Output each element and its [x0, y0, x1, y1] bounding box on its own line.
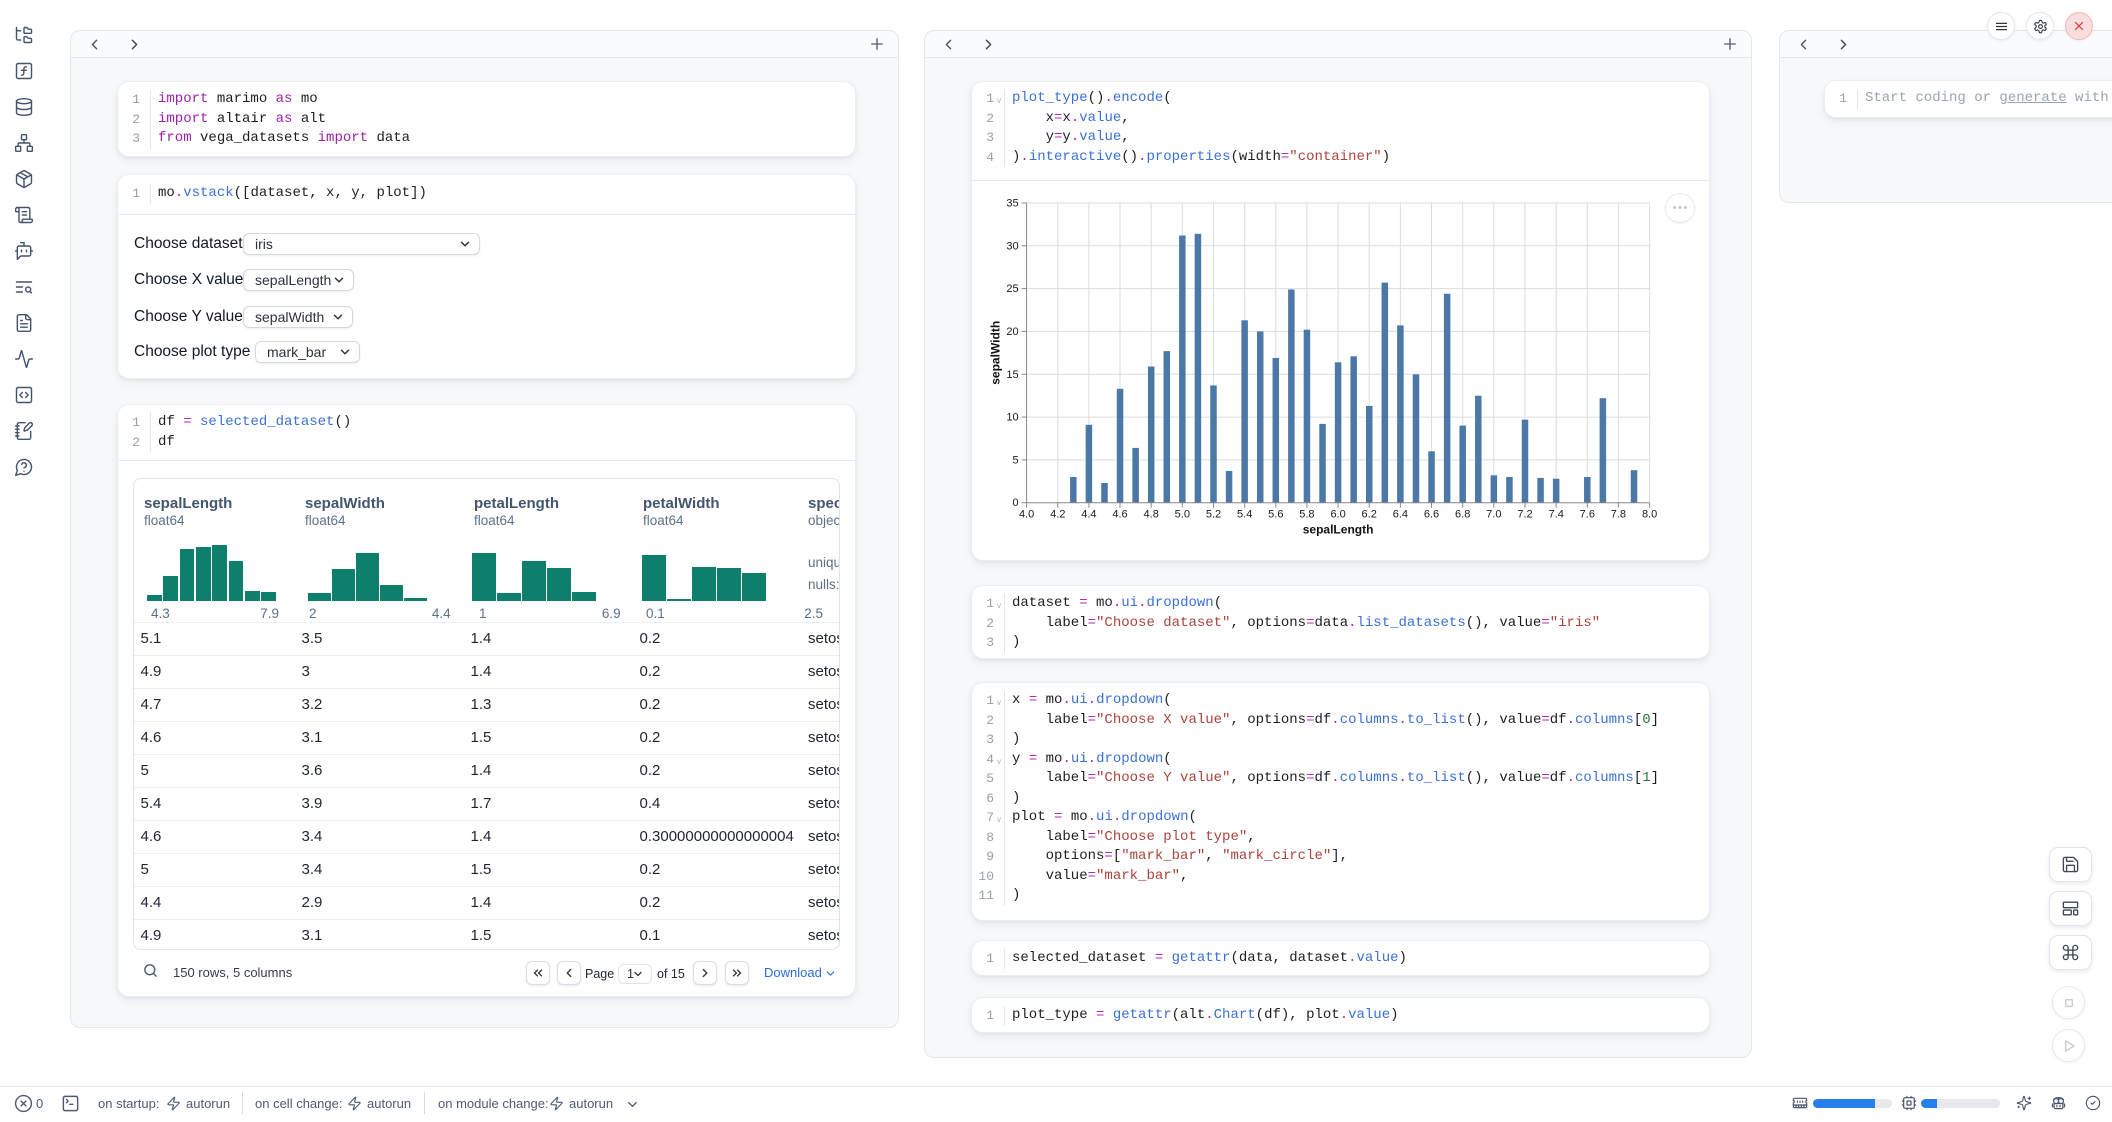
svg-text:7.0: 7.0	[1486, 509, 1501, 521]
svg-text:8.0: 8.0	[1642, 509, 1657, 521]
svg-text:20: 20	[1006, 326, 1018, 338]
svg-text:6.6: 6.6	[1424, 509, 1439, 521]
svg-text:6.0: 6.0	[1330, 509, 1345, 521]
svg-text:6.4: 6.4	[1393, 509, 1408, 521]
svg-text:6.2: 6.2	[1362, 509, 1377, 521]
svg-text:4.2: 4.2	[1050, 509, 1065, 521]
svg-text:35: 35	[1006, 198, 1018, 210]
svg-text:4.6: 4.6	[1112, 509, 1127, 521]
svg-text:5.4: 5.4	[1237, 509, 1252, 521]
svg-text:7.6: 7.6	[1580, 509, 1595, 521]
svg-text:5.8: 5.8	[1299, 509, 1314, 521]
svg-text:4.4: 4.4	[1081, 509, 1096, 521]
svg-text:5: 5	[1012, 454, 1018, 466]
svg-text:sepalWidth: sepalWidth	[989, 321, 1003, 385]
svg-text:4.8: 4.8	[1144, 509, 1159, 521]
svg-text:0: 0	[1012, 497, 1018, 509]
svg-text:7.8: 7.8	[1611, 509, 1626, 521]
svg-text:15: 15	[1006, 369, 1018, 381]
svg-text:25: 25	[1006, 283, 1018, 295]
svg-text:5.2: 5.2	[1206, 509, 1221, 521]
svg-text:5.0: 5.0	[1175, 509, 1190, 521]
svg-text:4.0: 4.0	[1019, 509, 1034, 521]
svg-text:30: 30	[1006, 240, 1018, 252]
svg-text:5.6: 5.6	[1268, 509, 1283, 521]
svg-text:10: 10	[1006, 412, 1018, 424]
svg-text:6.8: 6.8	[1455, 509, 1470, 521]
svg-text:sepalLength: sepalLength	[1303, 523, 1374, 537]
svg-text:7.2: 7.2	[1517, 509, 1532, 521]
svg-text:7.4: 7.4	[1549, 509, 1564, 521]
